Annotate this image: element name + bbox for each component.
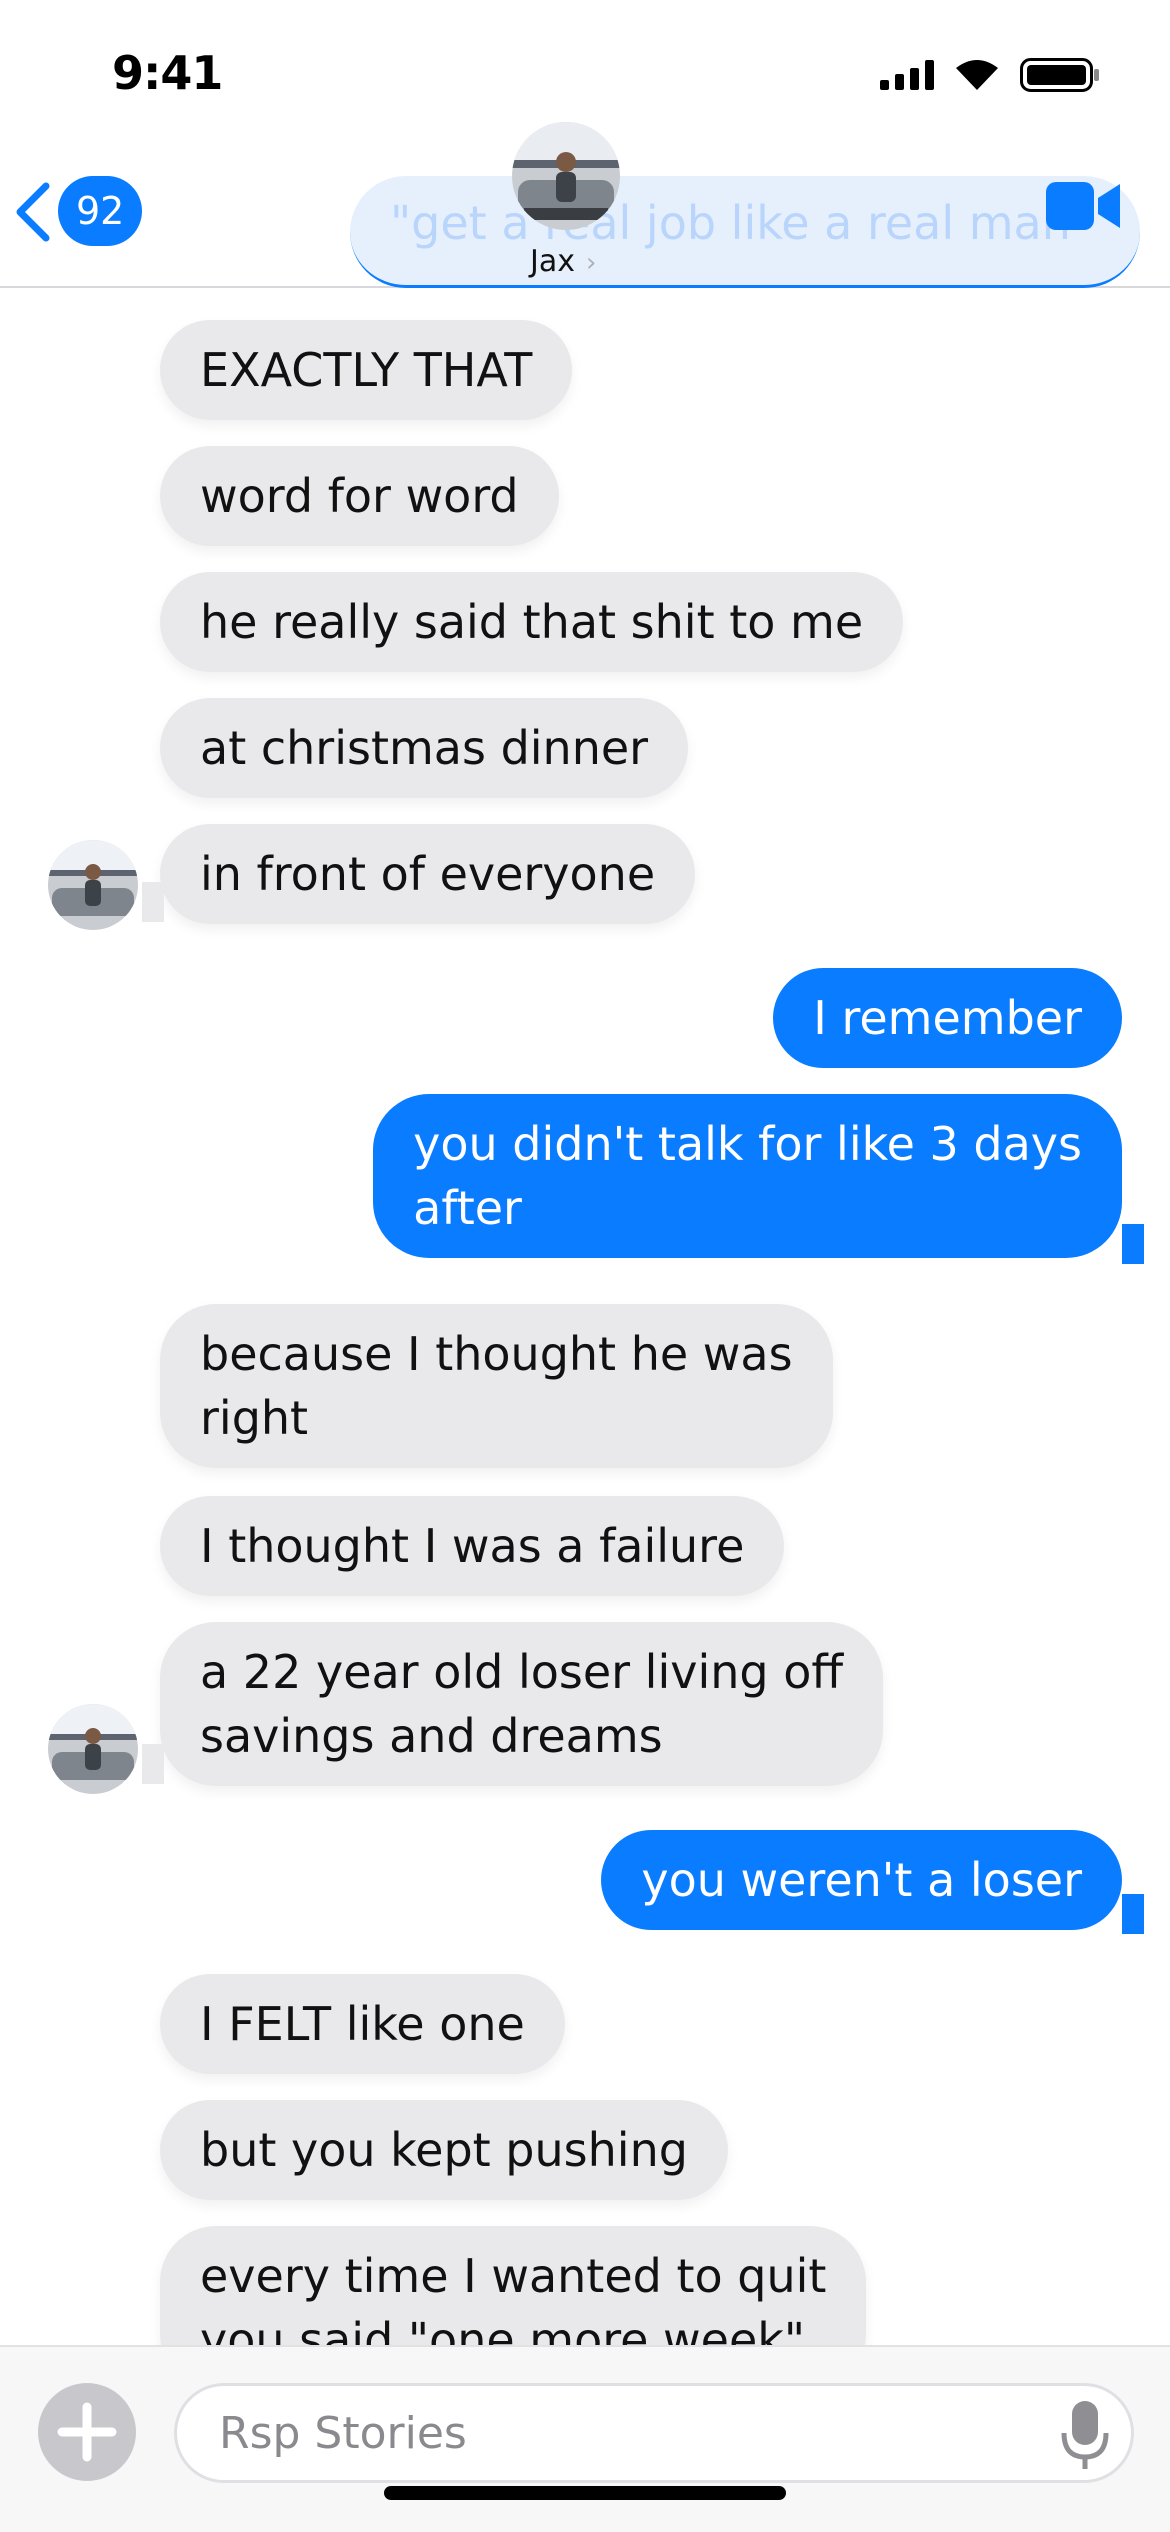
contact-avatar-small[interactable] [48,1704,138,1794]
bubble-tail [1122,1224,1144,1264]
message-line: you didn't talk for like 3 days [413,1117,1082,1171]
incoming-message[interactable]: but you kept pushing [160,2100,728,2200]
outgoing-message[interactable]: you weren't a loser [601,1830,1122,1930]
unread-count-badge[interactable]: 92 [58,176,143,246]
microphone-icon[interactable] [1060,2401,1110,2475]
incoming-message[interactable]: I thought I was a failure [160,1496,785,1596]
compose-bar: Rsp Stories [0,2345,1170,2532]
back-chevron-icon[interactable] [12,180,52,248]
message-line: you said "one more week" [200,2313,806,2345]
conversation-header: 92 "get a real job like a real man" Jax … [0,122,1170,288]
outgoing-message[interactable]: I remember [773,968,1122,1068]
incoming-message[interactable]: because I thought he was right [160,1304,833,1468]
incoming-message[interactable]: I FELT like one [160,1974,565,2074]
outgoing-message[interactable]: you didn't talk for like 3 days after [373,1094,1122,1258]
cellular-signal-icon [880,60,934,90]
message-line: savings and dreams [200,1709,663,1763]
scrolled-message-bubble: "get a real job like a real man" [350,176,1140,288]
bubble-tail [142,1744,164,1784]
message-line: because I thought he was [200,1327,793,1381]
message-line: right [200,1391,309,1445]
incoming-message[interactable]: EXACTLY THAT [160,320,573,420]
incoming-message[interactable]: every time I wanted to quit you said "on… [160,2226,867,2345]
status-icons [880,58,1100,92]
contact-avatar-small[interactable] [48,840,138,930]
message-line: a 22 year old loser living off [200,1645,844,1699]
incoming-message[interactable]: in front of everyone [160,824,696,924]
message-input[interactable]: Rsp Stories [174,2383,1134,2483]
chat-screen: 9:41 92 "get a real job like a real man" [0,0,1170,2532]
message-line: after [413,1181,522,1235]
status-bar: 9:41 [0,0,1170,140]
bubble-tail [142,882,164,922]
plus-button[interactable] [38,2383,136,2481]
incoming-message[interactable]: word for word [160,446,559,546]
incoming-message[interactable]: a 22 year old loser living off savings a… [160,1622,884,1786]
chevron-right-icon: › [586,248,597,278]
message-input-placeholder: Rsp Stories [219,2408,467,2459]
bubble-tail [1122,1894,1144,1934]
contact-name[interactable]: Jax [530,244,575,279]
contact-avatar[interactable] [512,122,620,230]
video-call-icon[interactable] [1046,180,1120,236]
message-thread[interactable]: EXACTLY THAT word for word he really sai… [0,290,1170,2345]
status-time: 9:41 [112,46,223,100]
home-indicator [384,2486,786,2500]
wifi-icon [956,60,998,90]
incoming-message[interactable]: he really said that shit to me [160,572,904,672]
battery-icon [1020,58,1100,92]
incoming-message[interactable]: at christmas dinner [160,698,689,798]
message-line: every time I wanted to quit [200,2249,827,2303]
plus-icon [57,2402,117,2462]
